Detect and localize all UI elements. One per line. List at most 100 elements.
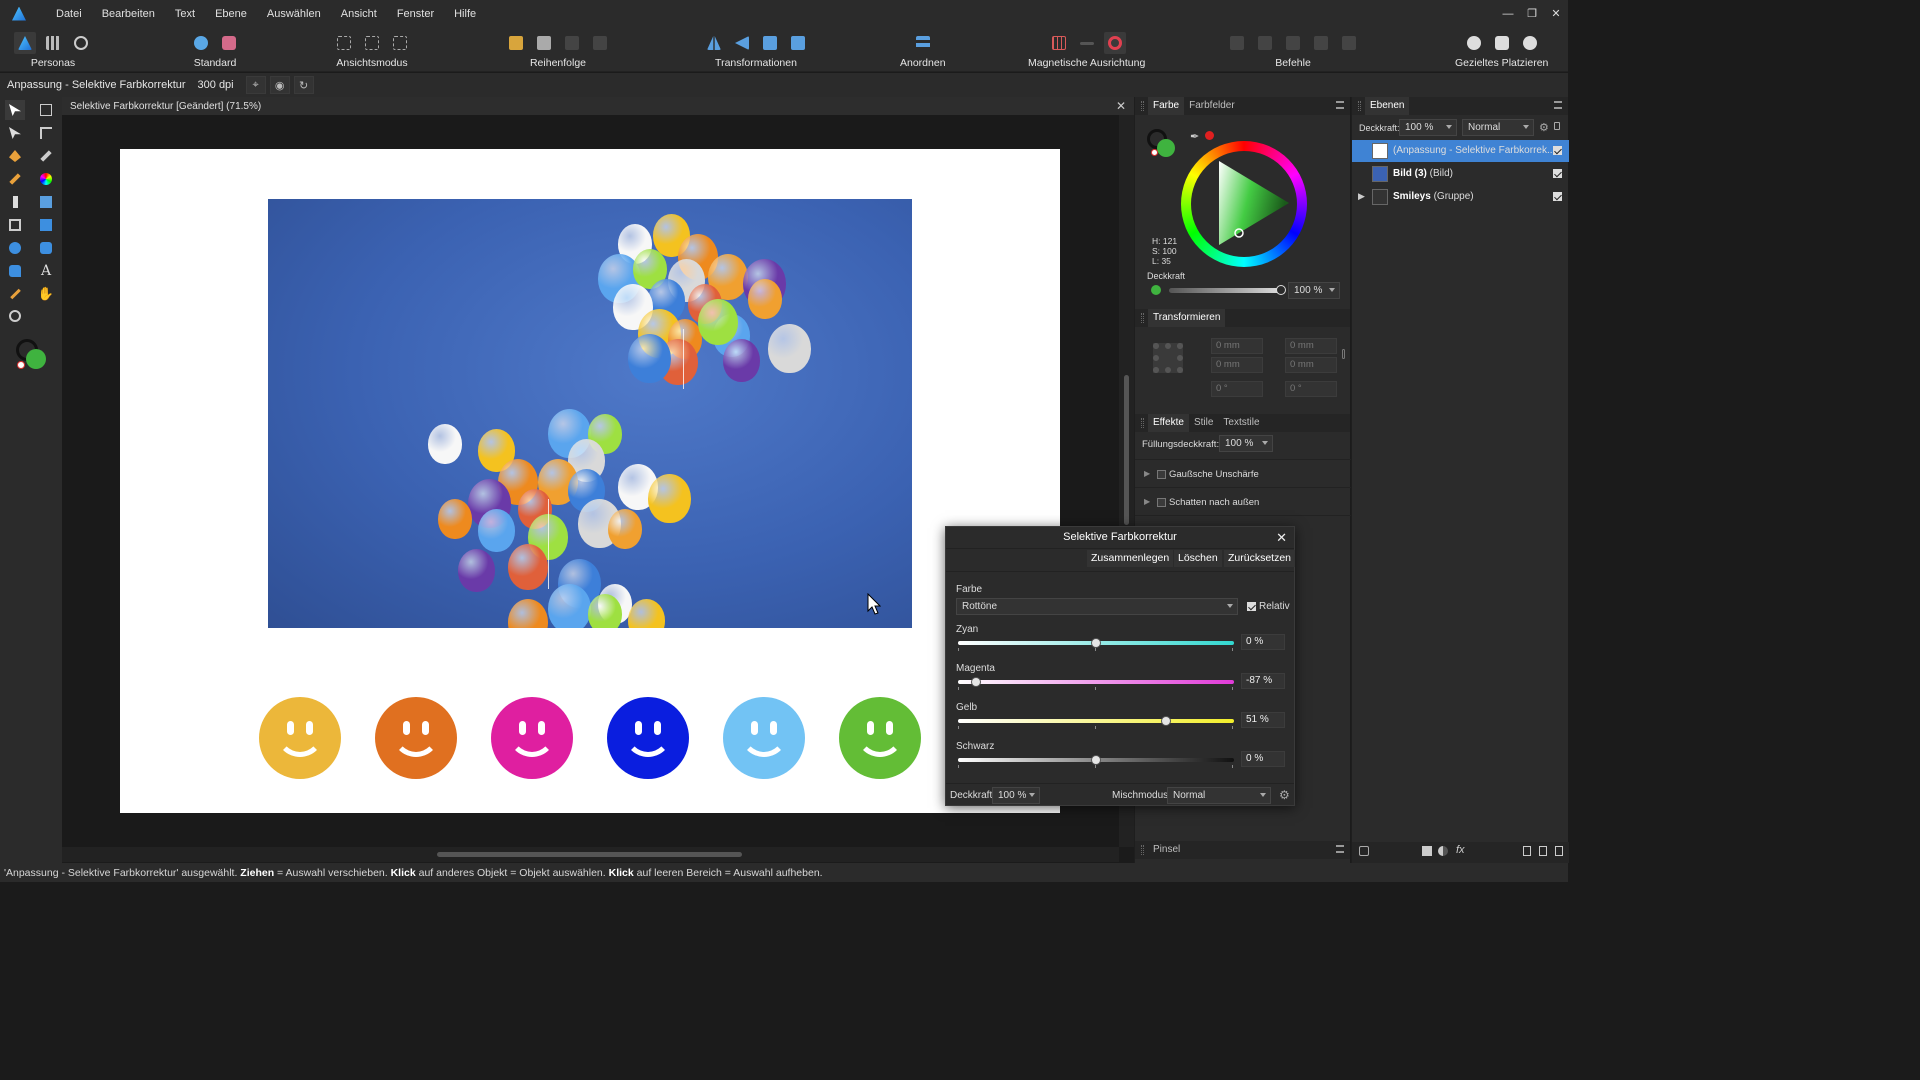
shear-field[interactable]: 0 ° xyxy=(1285,381,1337,397)
layer-stack-icon[interactable] xyxy=(1359,846,1369,856)
color-swatch[interactable] xyxy=(1147,129,1179,161)
expand-group-icon[interactable]: ▶ xyxy=(1358,191,1365,202)
tab-farbfelder[interactable]: Farbfelder xyxy=(1184,97,1240,115)
document-page[interactable] xyxy=(120,149,1060,813)
shadow-checkbox[interactable] xyxy=(1157,498,1166,507)
slider-value-field[interactable]: 0 % xyxy=(1241,751,1285,767)
pen-tool-icon[interactable] xyxy=(5,146,25,166)
view-mode-3-icon[interactable] xyxy=(389,32,411,54)
horizontal-scroll-thumb[interactable] xyxy=(437,852,742,857)
place-image-icon[interactable] xyxy=(36,192,56,212)
tab-stile[interactable]: Stile xyxy=(1189,414,1218,432)
flip-horizontal-icon[interactable] xyxy=(703,32,725,54)
relative-checkbox[interactable] xyxy=(1247,602,1256,611)
artboard-tool-icon[interactable] xyxy=(36,100,56,120)
tab-effekte[interactable]: Effekte xyxy=(1148,414,1189,432)
fill-stroke-swatch[interactable] xyxy=(16,339,48,371)
expand-gauss-icon[interactable]: ▶ xyxy=(1144,469,1150,478)
layer-visibility-checkbox[interactable] xyxy=(1553,169,1562,178)
dialog-settings-icon[interactable]: ⚙ xyxy=(1279,788,1290,802)
ios-icon[interactable] xyxy=(218,32,240,54)
menu-fenster[interactable]: Fenster xyxy=(387,8,444,20)
hand-tool-icon[interactable]: ✋ xyxy=(36,284,56,304)
slider-knob[interactable] xyxy=(1091,638,1101,648)
boolean-intersect-icon[interactable] xyxy=(1282,32,1304,54)
adjustment-slider-track[interactable] xyxy=(958,755,1234,768)
boolean-divide-icon[interactable] xyxy=(1338,32,1360,54)
horizontal-scrollbar[interactable] xyxy=(62,847,1119,862)
delete-layer-icon[interactable] xyxy=(1555,846,1563,856)
slider-value-field[interactable]: 51 % xyxy=(1241,712,1285,728)
rotate-right-icon[interactable] xyxy=(787,32,809,54)
insert-top-icon[interactable] xyxy=(1491,32,1513,54)
smiley[interactable] xyxy=(607,697,689,779)
boolean-subtract-icon[interactable] xyxy=(1254,32,1276,54)
close-document-icon[interactable]: ✕ xyxy=(1116,99,1126,113)
boolean-add-icon[interactable] xyxy=(1226,32,1248,54)
transparency-tool-icon[interactable] xyxy=(5,192,25,212)
align-icon[interactable] xyxy=(912,32,934,54)
color-opacity-dropdown[interactable]: 100 % xyxy=(1288,282,1340,299)
restore-icon[interactable]: ❐ xyxy=(1520,0,1544,27)
menu-ansicht[interactable]: Ansicht xyxy=(331,8,387,20)
lock-layer-icon[interactable] xyxy=(1554,122,1560,130)
move-tool-icon[interactable] xyxy=(5,100,25,120)
send-to-back-icon[interactable] xyxy=(589,32,611,54)
share-icon[interactable] xyxy=(190,32,212,54)
rounded-rect-tool-icon[interactable] xyxy=(36,238,56,258)
document-tab[interactable]: Selektive Farbkorrektur [Geändert] (71.5… xyxy=(62,97,1134,115)
dialog-close-icon[interactable]: ✕ xyxy=(1276,530,1287,546)
slider-value-field[interactable]: -87 % xyxy=(1241,673,1285,689)
transform-origin-icon[interactable]: ⌖ xyxy=(245,76,266,94)
ellipse-tool-icon[interactable] xyxy=(5,238,25,258)
slider-knob[interactable] xyxy=(1091,755,1101,765)
color-range-dropdown[interactable]: Rottöne xyxy=(956,598,1238,615)
slider-value-field[interactable]: 0 % xyxy=(1241,634,1285,650)
layer-visibility-checkbox[interactable] xyxy=(1553,146,1562,155)
layers-panel-menu-icon[interactable] xyxy=(1554,101,1562,109)
menu-datei[interactable]: Datei xyxy=(46,8,92,20)
slider-knob[interactable] xyxy=(1161,716,1172,726)
smiley[interactable] xyxy=(839,697,921,779)
insert-behind-icon[interactable] xyxy=(1463,32,1485,54)
zoom-tool-icon[interactable] xyxy=(5,306,25,326)
fill-color-swatch[interactable] xyxy=(1157,139,1175,157)
color-opacity-slider[interactable] xyxy=(1169,285,1286,295)
tab-pinsel[interactable]: Pinsel xyxy=(1148,841,1185,859)
w-field[interactable]: 0 mm xyxy=(1285,338,1337,354)
menu-bearbeiten[interactable]: Bearbeiten xyxy=(92,8,165,20)
slider-knob[interactable] xyxy=(970,677,981,687)
dialog-opacity-dropdown[interactable]: 100 % xyxy=(992,787,1040,804)
layer-visibility-checkbox[interactable] xyxy=(1553,192,1562,201)
corner-tool-icon[interactable] xyxy=(36,123,56,143)
view-mode-1-icon[interactable] xyxy=(333,32,355,54)
tab-transformieren[interactable]: Transformieren xyxy=(1148,309,1226,327)
magnet-icon[interactable] xyxy=(1103,32,1126,54)
color-wheel[interactable] xyxy=(1181,141,1307,267)
export-persona-icon[interactable] xyxy=(70,32,92,54)
h-field[interactable]: 0 mm xyxy=(1285,357,1337,373)
reset-context-icon[interactable]: ↻ xyxy=(293,76,314,94)
layer-row-adjustment[interactable]: (Anpassung - Selektive Farbkorrek... xyxy=(1352,140,1569,162)
flip-vertical-icon[interactable] xyxy=(731,32,753,54)
pencil-tool-icon[interactable] xyxy=(36,146,56,166)
menu-text[interactable]: Text xyxy=(165,8,205,20)
bring-forward-icon[interactable] xyxy=(533,32,555,54)
menu-hilfe[interactable]: Hilfe xyxy=(444,8,486,20)
crop-tool-icon[interactable] xyxy=(5,215,25,235)
brush-panel-menu-icon[interactable] xyxy=(1336,845,1344,853)
color-picker-icon[interactable] xyxy=(5,284,25,304)
shape-tool-icon[interactable] xyxy=(5,261,25,281)
rotate-left-icon[interactable] xyxy=(759,32,781,54)
layer-blend-dropdown[interactable]: Normal xyxy=(1462,119,1534,136)
expand-shadow-icon[interactable]: ▶ xyxy=(1144,497,1150,506)
layer-row-group[interactable]: ▶ Smileys (Gruppe) xyxy=(1352,186,1569,208)
bring-to-front-icon[interactable] xyxy=(505,32,527,54)
vector-brush-icon[interactable] xyxy=(5,169,25,189)
menu-ebene[interactable]: Ebene xyxy=(205,8,257,20)
duplicate-layer-icon[interactable] xyxy=(1539,846,1547,856)
close-window-icon[interactable]: ✕ xyxy=(1544,0,1568,27)
minimize-icon[interactable]: — xyxy=(1496,0,1520,27)
text-tool-icon[interactable]: A xyxy=(36,261,56,281)
smiley[interactable] xyxy=(259,697,341,779)
